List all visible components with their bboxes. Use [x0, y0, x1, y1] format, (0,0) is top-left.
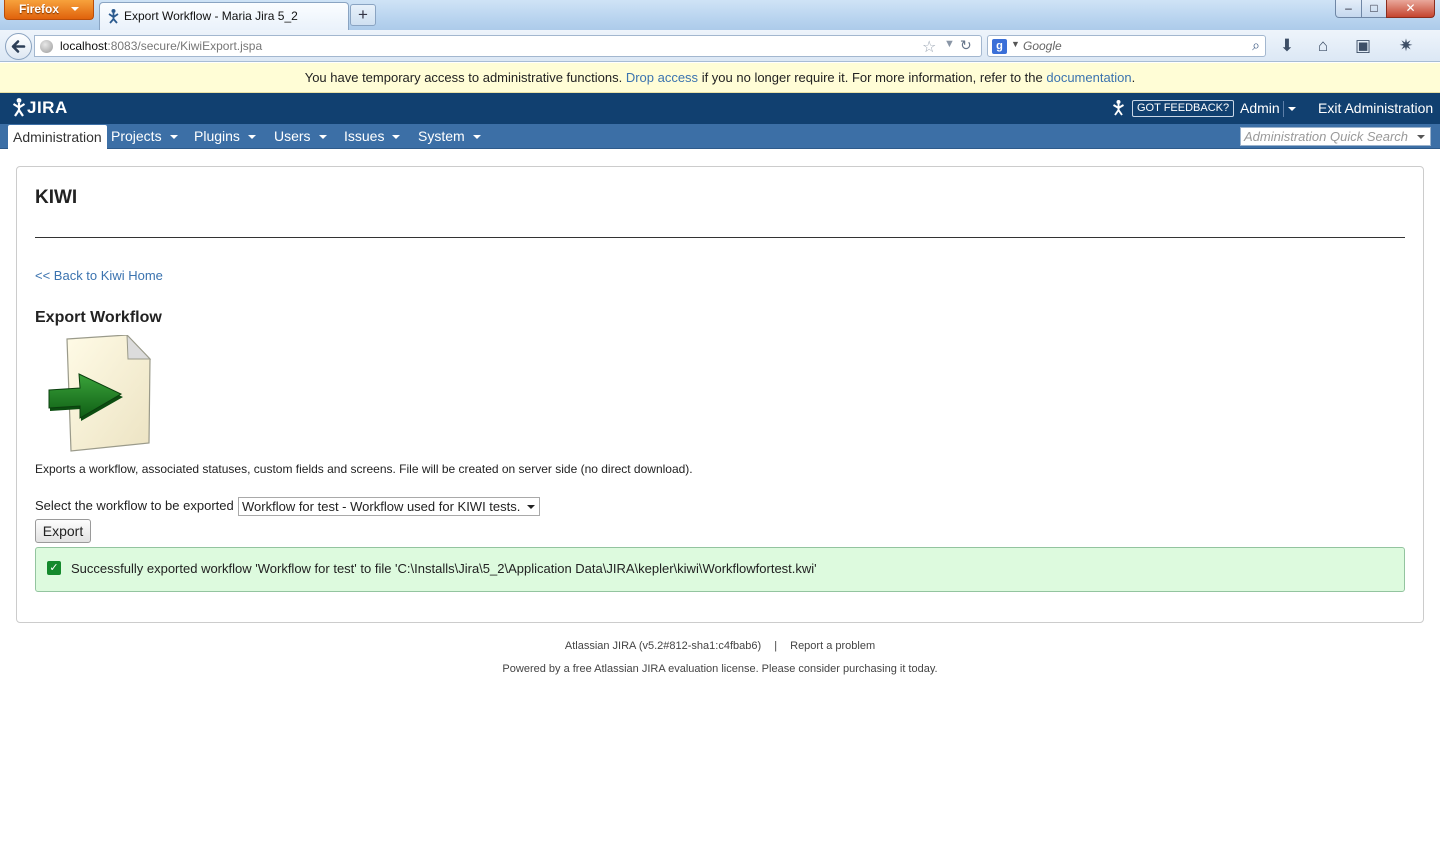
- tab-users-label: Users: [274, 128, 311, 144]
- jira-version-link[interactable]: Atlassian JIRA (v5.2#812-sha1:c4fbab6): [565, 640, 761, 652]
- admin-menu[interactable]: Admin: [1240, 100, 1280, 116]
- notice-prefix: You have temporary access to administrat…: [304, 70, 623, 85]
- url-bar[interactable]: localhost:8083/secure/KiwiExport.jspa ☆ …: [34, 35, 982, 57]
- jira-header: JIRA GOT FEEDBACK? Admin Exit Administra…: [0, 93, 1440, 124]
- tab-system-label: System: [418, 128, 465, 144]
- back-button[interactable]: [5, 33, 32, 60]
- bookmarks-icon[interactable]: ▣: [1352, 36, 1374, 56]
- notice-suffix: .: [1131, 70, 1136, 85]
- new-tab-button[interactable]: +: [350, 4, 376, 26]
- admin-nav: Administration Projects Plugins Users Is…: [0, 124, 1440, 149]
- chevron-down-icon: [169, 135, 178, 140]
- browser-navbar: localhost:8083/secure/KiwiExport.jspa ☆ …: [0, 30, 1440, 62]
- maximize-icon: □: [1370, 1, 1378, 15]
- quick-search-placeholder: Administration Quick Search: [1244, 129, 1409, 144]
- reload-icon[interactable]: ↻: [960, 37, 972, 54]
- download-icon[interactable]: ⬇: [1276, 36, 1298, 56]
- section-title: Export Workflow: [35, 309, 162, 326]
- google-engine-icon[interactable]: g: [992, 39, 1007, 54]
- tab-issues-label: Issues: [344, 128, 385, 144]
- chevron-down-icon: [247, 135, 256, 140]
- chevron-down-icon: [392, 135, 401, 140]
- window-minimize-button[interactable]: –: [1335, 0, 1362, 18]
- minimize-icon: –: [1345, 1, 1352, 15]
- home-icon[interactable]: ⌂: [1312, 36, 1334, 56]
- title-divider: [35, 237, 1405, 238]
- chevron-down-icon: [1417, 135, 1425, 139]
- tab-title: Export Workflow - Maria Jira 5_2: [124, 9, 298, 23]
- workflow-select[interactable]: Workflow for test - Workflow used for KI…: [238, 497, 540, 516]
- report-problem-link[interactable]: Report a problem: [790, 640, 875, 652]
- tab-system[interactable]: System: [418, 124, 481, 149]
- workflow-select-value: Workflow for test - Workflow used for KI…: [242, 499, 521, 514]
- jira-favicon-icon: [107, 9, 120, 27]
- jira-logo-icon: [12, 98, 26, 122]
- admin-access-notice: You have temporary access to administrat…: [0, 63, 1440, 93]
- footer-separator: |: [774, 640, 778, 652]
- tab-plugins[interactable]: Plugins: [194, 124, 256, 149]
- search-icon[interactable]: ⌕: [1252, 37, 1260, 54]
- search-placeholder: Google: [1023, 39, 1062, 53]
- documentation-link[interactable]: documentation: [1046, 70, 1131, 85]
- back-to-kiwi-home-link[interactable]: << Back to Kiwi Home: [35, 268, 163, 283]
- workflow-select-label: Select the workflow to be exported: [35, 498, 234, 513]
- history-dropdown-icon[interactable]: ▼: [944, 38, 955, 50]
- firefox-menu-button[interactable]: Firefox: [4, 0, 94, 20]
- window-close-button[interactable]: ✕: [1386, 0, 1435, 18]
- tab-plugins-label: Plugins: [194, 128, 240, 144]
- bookmark-star-icon[interactable]: ☆: [922, 37, 936, 57]
- tab-issues[interactable]: Issues: [344, 124, 401, 149]
- jira-logo-text: JIRA: [27, 98, 68, 117]
- chevron-down-icon: [71, 7, 79, 11]
- drop-access-link[interactable]: Drop access: [626, 70, 698, 85]
- close-icon: ✕: [1405, 1, 1416, 15]
- tab-projects[interactable]: Projects: [111, 124, 178, 149]
- addon-icon[interactable]: ✷: [1395, 36, 1417, 56]
- export-description: Exports a workflow, associated statuses,…: [35, 462, 693, 476]
- feedback-figure-icon: [1112, 100, 1125, 119]
- got-feedback-button[interactable]: GOT FEEDBACK?: [1132, 100, 1235, 117]
- chevron-down-icon: [318, 135, 327, 140]
- chevron-down-icon: [472, 135, 481, 140]
- exit-administration-link[interactable]: Exit Administration: [1318, 100, 1433, 116]
- site-identity-icon[interactable]: [40, 40, 53, 53]
- url-text[interactable]: localhost:8083/secure/KiwiExport.jspa: [60, 39, 262, 53]
- checkmark-icon: ✓: [47, 561, 61, 575]
- export-button[interactable]: Export: [35, 519, 91, 543]
- jira-logo[interactable]: JIRA: [12, 98, 68, 122]
- success-text: Successfully exported workflow 'Workflow…: [71, 561, 817, 576]
- license-notice: Powered by a free Atlassian JIRA evaluat…: [502, 663, 938, 675]
- back-arrow-icon: [11, 40, 26, 53]
- firefox-menu-label: Firefox: [19, 2, 60, 16]
- tab-users[interactable]: Users: [274, 124, 327, 149]
- chevron-down-icon: [527, 505, 535, 509]
- main-panel: KIWI << Back to Kiwi Home Export Workflo…: [16, 166, 1424, 623]
- admin-dropdown-icon[interactable]: [1288, 107, 1296, 111]
- browser-titlebar: Firefox Export Workflow - Maria Jira 5_2…: [0, 0, 1440, 30]
- window-maximize-button[interactable]: □: [1361, 0, 1387, 18]
- browser-tab[interactable]: Export Workflow - Maria Jira 5_2: [99, 2, 349, 30]
- page-title: KIWI: [35, 187, 78, 208]
- tab-projects-label: Projects: [111, 128, 162, 144]
- search-bar[interactable]: g ▼ Google ⌕: [987, 35, 1266, 57]
- tab-administration[interactable]: Administration: [8, 125, 107, 149]
- success-message: ✓ Successfully exported workflow 'Workfl…: [35, 547, 1405, 592]
- notice-middle: if you no longer require it. For more in…: [701, 70, 1043, 85]
- export-file-icon: [47, 333, 155, 456]
- admin-quick-search-input[interactable]: Administration Quick Search: [1240, 127, 1431, 146]
- footer-links: Atlassian JIRA (v5.2#812-sha1:c4fbab6) |…: [0, 640, 1440, 652]
- admin-divider: [1283, 101, 1284, 117]
- engine-dropdown-icon[interactable]: ▼: [1011, 39, 1020, 49]
